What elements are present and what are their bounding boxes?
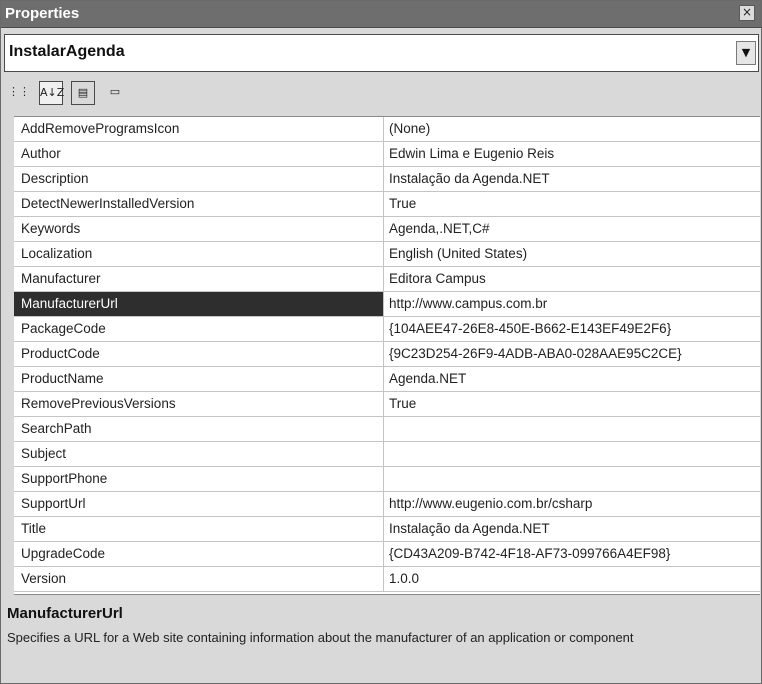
- property-value[interactable]: [385, 442, 760, 466]
- properties-icon[interactable]: ▤: [71, 81, 95, 105]
- property-name[interactable]: RemovePreviousVersions: [14, 392, 384, 416]
- property-value[interactable]: [385, 467, 760, 491]
- property-value[interactable]: Agenda,.NET,C#: [385, 217, 760, 241]
- property-row[interactable]: Version 1.0.0: [14, 567, 760, 592]
- property-value[interactable]: Instalação da Agenda.NET: [385, 167, 760, 191]
- property-name[interactable]: ProductCode: [14, 342, 384, 366]
- object-selector-dropdown[interactable]: InstalarAgenda ▼: [4, 34, 759, 72]
- property-row[interactable]: Manufacturer Editora Campus: [14, 267, 760, 292]
- property-value[interactable]: True: [385, 192, 760, 216]
- categorized-icon[interactable]: ⋮⋮: [7, 81, 31, 105]
- property-name[interactable]: Manufacturer: [14, 267, 384, 291]
- property-value[interactable]: [385, 417, 760, 441]
- property-row[interactable]: Description Instalação da Agenda.NET: [14, 167, 760, 192]
- property-name[interactable]: SearchPath: [14, 417, 384, 441]
- property-value[interactable]: {CD43A209-B742-4F18-AF73-099766A4EF98}: [385, 542, 760, 566]
- property-row[interactable]: Localization English (United States): [14, 242, 760, 267]
- property-value[interactable]: {104AEE47-26E8-450E-B662-E143EF49E2F6}: [385, 317, 760, 341]
- close-icon[interactable]: ×: [739, 5, 755, 21]
- property-value[interactable]: Editora Campus: [385, 267, 760, 291]
- property-name[interactable]: PackageCode: [14, 317, 384, 341]
- property-pages-icon[interactable]: ▭: [103, 81, 127, 105]
- property-name[interactable]: UpgradeCode: [14, 542, 384, 566]
- property-name[interactable]: Version: [14, 567, 384, 591]
- description-text: Specifies a URL for a Web site containin…: [7, 630, 634, 645]
- property-value[interactable]: http://www.eugenio.com.br/csharp: [385, 492, 760, 516]
- property-row[interactable]: SearchPath: [14, 417, 760, 442]
- property-value[interactable]: Edwin Lima e Eugenio Reis: [385, 142, 760, 166]
- property-grid: AddRemoveProgramsIcon (None) Author Edwin L…: [14, 116, 760, 595]
- property-row[interactable]: Author Edwin Lima e Eugenio Reis: [14, 142, 760, 167]
- property-name[interactable]: Author: [14, 142, 384, 166]
- object-selector-value: InstalarAgenda: [9, 43, 125, 60]
- property-name[interactable]: DetectNewerInstalledVersion: [14, 192, 384, 216]
- property-row[interactable]: PackageCode {104AEE47-26E8-450E-B662-E143…: [14, 317, 760, 342]
- window-title: Properties: [5, 5, 80, 22]
- property-row[interactable]: DetectNewerInstalledVersion True: [14, 192, 760, 217]
- property-name[interactable]: SupportPhone: [14, 467, 384, 491]
- property-value[interactable]: True: [385, 392, 760, 416]
- property-row[interactable]: SupportUrl http://www.eugenio.com.br/csha…: [14, 492, 760, 517]
- property-row[interactable]: AddRemoveProgramsIcon (None): [14, 117, 760, 142]
- property-name[interactable]: Description: [14, 167, 384, 191]
- property-row[interactable]: UpgradeCode {CD43A209-B742-4F18-AF73-0997…: [14, 542, 760, 567]
- properties-window: Properties × InstalarAgenda ▼ ⋮⋮ A↓Z ▤ ▭…: [0, 0, 762, 684]
- property-value[interactable]: http://www.campus.com.br: [385, 292, 760, 316]
- property-row[interactable]: ProductName Agenda.NET: [14, 367, 760, 392]
- property-name[interactable]: Keywords: [14, 217, 384, 241]
- property-row[interactable]: ManufacturerUrl http://www.campus.com.br: [14, 292, 760, 317]
- property-value[interactable]: {9C23D254-26F9-4ADB-ABA0-028AAE95C2CE}: [385, 342, 760, 366]
- property-name[interactable]: ProductName: [14, 367, 384, 391]
- property-name[interactable]: Subject: [14, 442, 384, 466]
- property-value[interactable]: Instalação da Agenda.NET: [385, 517, 760, 541]
- property-name[interactable]: ManufacturerUrl: [14, 292, 384, 316]
- property-value[interactable]: Agenda.NET: [385, 367, 760, 391]
- alphabetical-icon[interactable]: A↓Z: [39, 81, 64, 105]
- chevron-down-icon[interactable]: ▼: [736, 41, 756, 65]
- property-row[interactable]: ProductCode {9C23D254-26F9-4ADB-ABA0-028A…: [14, 342, 760, 367]
- property-row[interactable]: Subject: [14, 442, 760, 467]
- description-panel: ManufacturerUrl Specifies a URL for a We…: [3, 599, 759, 681]
- property-row[interactable]: RemovePreviousVersions True: [14, 392, 760, 417]
- property-name[interactable]: SupportUrl: [14, 492, 384, 516]
- property-row[interactable]: SupportPhone: [14, 467, 760, 492]
- property-value[interactable]: (None): [385, 117, 760, 141]
- property-row[interactable]: Title Instalação da Agenda.NET: [14, 517, 760, 542]
- property-name[interactable]: Title: [14, 517, 384, 541]
- property-name[interactable]: AddRemoveProgramsIcon: [14, 117, 384, 141]
- property-value[interactable]: English (United States): [385, 242, 760, 266]
- property-value[interactable]: 1.0.0: [385, 567, 760, 591]
- toolbar: ⋮⋮ A↓Z ▤ ▭: [3, 78, 759, 110]
- title-bar[interactable]: Properties ×: [1, 1, 761, 28]
- property-name[interactable]: Localization: [14, 242, 384, 266]
- property-row[interactable]: Keywords Agenda,.NET,C#: [14, 217, 760, 242]
- description-title: ManufacturerUrl: [7, 605, 123, 622]
